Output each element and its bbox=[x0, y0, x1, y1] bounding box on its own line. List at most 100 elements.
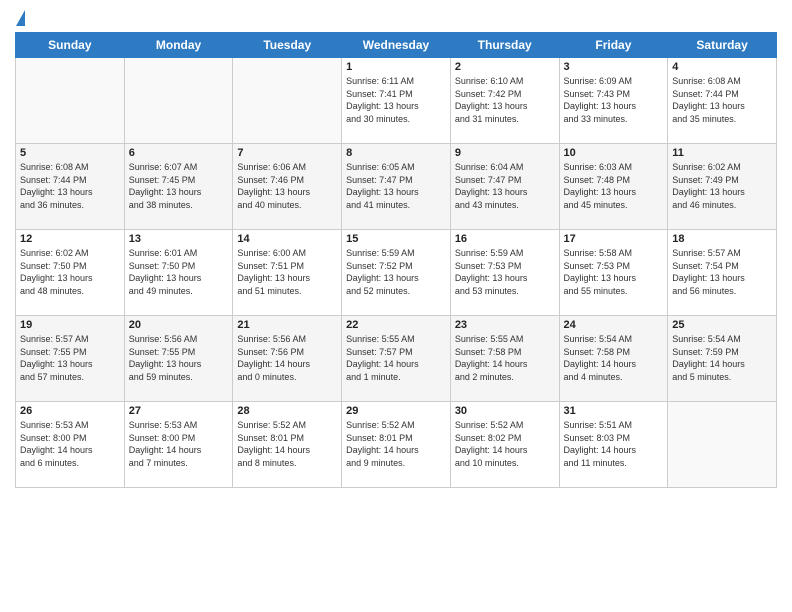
day-info: and 45 minutes. bbox=[564, 199, 664, 212]
day-info: Sunrise: 5:55 AM bbox=[455, 333, 555, 346]
day-info: and 48 minutes. bbox=[20, 285, 120, 298]
day-info: and 5 minutes. bbox=[672, 371, 772, 384]
day-info: and 6 minutes. bbox=[20, 457, 120, 470]
day-info: Sunset: 8:00 PM bbox=[20, 432, 120, 445]
day-info: Sunrise: 6:10 AM bbox=[455, 75, 555, 88]
day-number: 13 bbox=[129, 233, 229, 245]
week-row-4: 19Sunrise: 5:57 AMSunset: 7:55 PMDayligh… bbox=[16, 316, 777, 402]
day-cell: 22Sunrise: 5:55 AMSunset: 7:57 PMDayligh… bbox=[342, 316, 451, 402]
day-info: Sunset: 8:01 PM bbox=[237, 432, 337, 445]
day-info: Daylight: 13 hours bbox=[564, 186, 664, 199]
day-info: Sunrise: 6:09 AM bbox=[564, 75, 664, 88]
day-info: Sunrise: 6:04 AM bbox=[455, 161, 555, 174]
day-number: 22 bbox=[346, 319, 446, 331]
day-info: and 57 minutes. bbox=[20, 371, 120, 384]
day-info: and 55 minutes. bbox=[564, 285, 664, 298]
day-info: Sunrise: 5:53 AM bbox=[129, 419, 229, 432]
day-cell: 26Sunrise: 5:53 AMSunset: 8:00 PMDayligh… bbox=[16, 402, 125, 488]
weekday-header-sunday: Sunday bbox=[16, 33, 125, 58]
day-info: and 30 minutes. bbox=[346, 113, 446, 126]
day-info: Daylight: 13 hours bbox=[237, 186, 337, 199]
day-info: Sunrise: 6:05 AM bbox=[346, 161, 446, 174]
day-number: 5 bbox=[20, 147, 120, 159]
day-info: Daylight: 13 hours bbox=[129, 358, 229, 371]
day-info: Sunset: 7:50 PM bbox=[129, 260, 229, 273]
day-info: and 46 minutes. bbox=[672, 199, 772, 212]
day-info: Sunset: 7:55 PM bbox=[129, 346, 229, 359]
day-info: Daylight: 14 hours bbox=[129, 444, 229, 457]
day-info: Daylight: 14 hours bbox=[237, 444, 337, 457]
day-info: Daylight: 13 hours bbox=[346, 186, 446, 199]
day-info: Sunset: 7:41 PM bbox=[346, 88, 446, 101]
day-info: Sunrise: 5:53 AM bbox=[20, 419, 120, 432]
day-info: Daylight: 14 hours bbox=[20, 444, 120, 457]
day-number: 11 bbox=[672, 147, 772, 159]
day-info: Sunset: 8:02 PM bbox=[455, 432, 555, 445]
day-cell bbox=[124, 58, 233, 144]
logo-triangle-icon bbox=[16, 10, 25, 26]
day-info: Daylight: 13 hours bbox=[564, 272, 664, 285]
day-info: and 36 minutes. bbox=[20, 199, 120, 212]
day-info: and 9 minutes. bbox=[346, 457, 446, 470]
day-info: Sunset: 7:47 PM bbox=[455, 174, 555, 187]
day-cell: 6Sunrise: 6:07 AMSunset: 7:45 PMDaylight… bbox=[124, 144, 233, 230]
day-info: Sunset: 7:58 PM bbox=[564, 346, 664, 359]
day-info: Sunrise: 5:59 AM bbox=[455, 247, 555, 260]
day-info: Sunset: 7:48 PM bbox=[564, 174, 664, 187]
day-info: Sunset: 7:57 PM bbox=[346, 346, 446, 359]
day-info: and 41 minutes. bbox=[346, 199, 446, 212]
day-info: Sunset: 7:59 PM bbox=[672, 346, 772, 359]
day-info: and 31 minutes. bbox=[455, 113, 555, 126]
week-row-2: 5 Sunrise: 6:08 AMSunset: 7:44 PM Daylight… bbox=[16, 144, 777, 230]
day-info: Sunrise: 6:08 AM bbox=[672, 75, 772, 88]
day-number: 15 bbox=[346, 233, 446, 245]
day-info: Sunrise: 6:06 AM bbox=[237, 161, 337, 174]
day-cell: 3Sunrise: 6:09 AMSunset: 7:43 PMDaylight… bbox=[559, 58, 668, 144]
day-info: Sunrise: 5:55 AM bbox=[346, 333, 446, 346]
day-info: Sunrise: 6:08 AM bbox=[20, 161, 120, 174]
day-cell: 7Sunrise: 6:06 AMSunset: 7:46 PMDaylight… bbox=[233, 144, 342, 230]
day-cell: 15Sunrise: 5:59 AMSunset: 7:52 PMDayligh… bbox=[342, 230, 451, 316]
day-number: 4 bbox=[672, 61, 772, 73]
day-info: Daylight: 13 hours bbox=[672, 186, 772, 199]
day-info: Sunset: 7:42 PM bbox=[455, 88, 555, 101]
day-number: 31 bbox=[564, 405, 664, 417]
day-cell: 21Sunrise: 5:56 AMSunset: 7:56 PMDayligh… bbox=[233, 316, 342, 402]
day-info: Sunrise: 5:56 AM bbox=[129, 333, 229, 346]
day-info: and 4 minutes. bbox=[564, 371, 664, 384]
day-number: 28 bbox=[237, 405, 337, 417]
calendar-table: SundayMondayTuesdayWednesdayThursdayFrid… bbox=[15, 32, 777, 488]
day-info: Sunset: 7:58 PM bbox=[455, 346, 555, 359]
day-cell: 27Sunrise: 5:53 AMSunset: 8:00 PMDayligh… bbox=[124, 402, 233, 488]
day-info: Sunrise: 6:00 AM bbox=[237, 247, 337, 260]
day-info: Daylight: 13 hours bbox=[672, 272, 772, 285]
week-row-1: 1Sunrise: 6:11 AMSunset: 7:41 PMDaylight… bbox=[16, 58, 777, 144]
day-info: and 35 minutes. bbox=[672, 113, 772, 126]
day-info: Daylight: 13 hours bbox=[129, 186, 229, 199]
day-info: Sunrise: 5:54 AM bbox=[672, 333, 772, 346]
day-cell: 8Sunrise: 6:05 AMSunset: 7:47 PMDaylight… bbox=[342, 144, 451, 230]
day-cell: 29Sunrise: 5:52 AMSunset: 8:01 PMDayligh… bbox=[342, 402, 451, 488]
day-info: and 33 minutes. bbox=[564, 113, 664, 126]
day-number: 6 bbox=[129, 147, 229, 159]
day-number: 10 bbox=[564, 147, 664, 159]
page: SundayMondayTuesdayWednesdayThursdayFrid… bbox=[0, 0, 792, 612]
weekday-header-saturday: Saturday bbox=[668, 33, 777, 58]
day-cell: 23Sunrise: 5:55 AMSunset: 7:58 PMDayligh… bbox=[450, 316, 559, 402]
day-cell: 9Sunrise: 6:04 AMSunset: 7:47 PMDaylight… bbox=[450, 144, 559, 230]
weekday-header-monday: Monday bbox=[124, 33, 233, 58]
day-info: Sunrise: 6:11 AM bbox=[346, 75, 446, 88]
day-info: Sunrise: 5:54 AM bbox=[564, 333, 664, 346]
day-info: Daylight: 13 hours bbox=[20, 358, 120, 371]
day-info: Sunset: 8:01 PM bbox=[346, 432, 446, 445]
day-cell bbox=[233, 58, 342, 144]
day-info: Daylight: 14 hours bbox=[672, 358, 772, 371]
day-cell: 2Sunrise: 6:10 AMSunset: 7:42 PMDaylight… bbox=[450, 58, 559, 144]
day-info: Sunset: 7:44 PM bbox=[20, 174, 120, 187]
day-cell: 28Sunrise: 5:52 AMSunset: 8:01 PMDayligh… bbox=[233, 402, 342, 488]
weekday-header-thursday: Thursday bbox=[450, 33, 559, 58]
day-info: and 49 minutes. bbox=[129, 285, 229, 298]
day-number: 19 bbox=[20, 319, 120, 331]
day-info: Sunset: 7:51 PM bbox=[237, 260, 337, 273]
day-info: Daylight: 13 hours bbox=[346, 272, 446, 285]
